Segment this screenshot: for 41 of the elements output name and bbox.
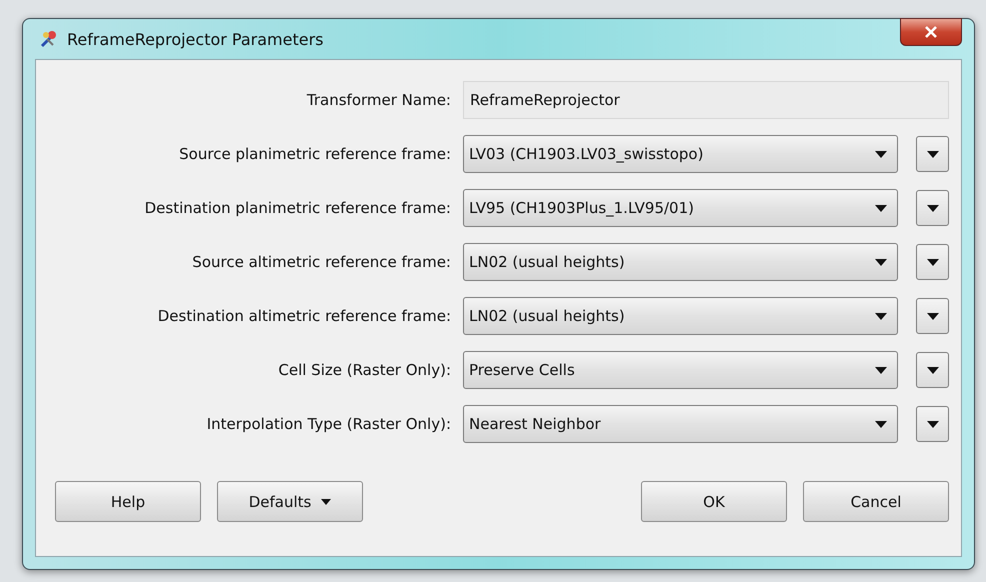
tools-icon — [39, 29, 59, 49]
dropdown-arrow-icon — [875, 420, 888, 428]
window-title: ReframeReprojector Parameters — [67, 30, 324, 48]
dropdown-field[interactable]: Nearest Neighbor — [463, 405, 898, 443]
dropdown-arrow-icon — [875, 258, 888, 266]
dropdown-arrow-icon — [875, 366, 888, 374]
options-button[interactable] — [916, 244, 949, 280]
dialog-button[interactable]: Help — [55, 481, 201, 522]
menu-button[interactable]: Defaults — [217, 481, 363, 522]
dropdown-arrow-icon — [926, 258, 939, 266]
field-label: Transformer Name: — [306, 91, 452, 109]
dropdown-field[interactable]: Preserve Cells — [463, 351, 898, 389]
dialog-button[interactable]: Cancel — [803, 481, 949, 522]
dropdown-arrow-icon — [926, 150, 939, 158]
field-label: Source altimetric reference frame: — [191, 253, 452, 271]
dialog-button[interactable]: OK — [641, 481, 787, 522]
field-label: Destination altimetric reference frame: — [156, 307, 452, 325]
options-button[interactable] — [916, 352, 949, 388]
dropdown-arrow-icon — [875, 150, 888, 158]
dropdown-arrow-icon — [875, 312, 888, 320]
field-label: Interpolation Type (Raster Only): — [206, 415, 452, 433]
close-button[interactable] — [900, 18, 962, 46]
dropdown-field[interactable]: LV95 (CH1903Plus_1.LV95/01) — [463, 189, 898, 227]
options-button[interactable] — [916, 190, 949, 226]
dropdown-field[interactable]: LN02 (usual heights) — [463, 297, 898, 335]
options-button[interactable] — [916, 136, 949, 172]
dropdown-arrow-icon — [926, 366, 939, 374]
field-label: Source planimetric reference frame: — [178, 145, 452, 163]
dropdown-field[interactable]: LN02 (usual heights) — [463, 243, 898, 281]
caret-icon — [321, 498, 332, 504]
dropdown-arrow-icon — [926, 204, 939, 212]
options-button[interactable] — [916, 406, 949, 442]
field-label: Destination planimetric reference frame: — [144, 199, 452, 217]
name-field[interactable]: ReframeReprojector — [463, 81, 949, 119]
field-label: Cell Size (Raster Only): — [277, 361, 452, 379]
dropdown-arrow-icon — [926, 420, 939, 428]
dropdown-arrow-icon — [875, 204, 888, 212]
dropdown-field[interactable]: LV03 (CH1903.LV03_swisstopo) — [463, 135, 898, 173]
options-button[interactable] — [916, 298, 949, 334]
dropdown-arrow-icon — [926, 312, 939, 320]
close-icon — [924, 26, 938, 38]
